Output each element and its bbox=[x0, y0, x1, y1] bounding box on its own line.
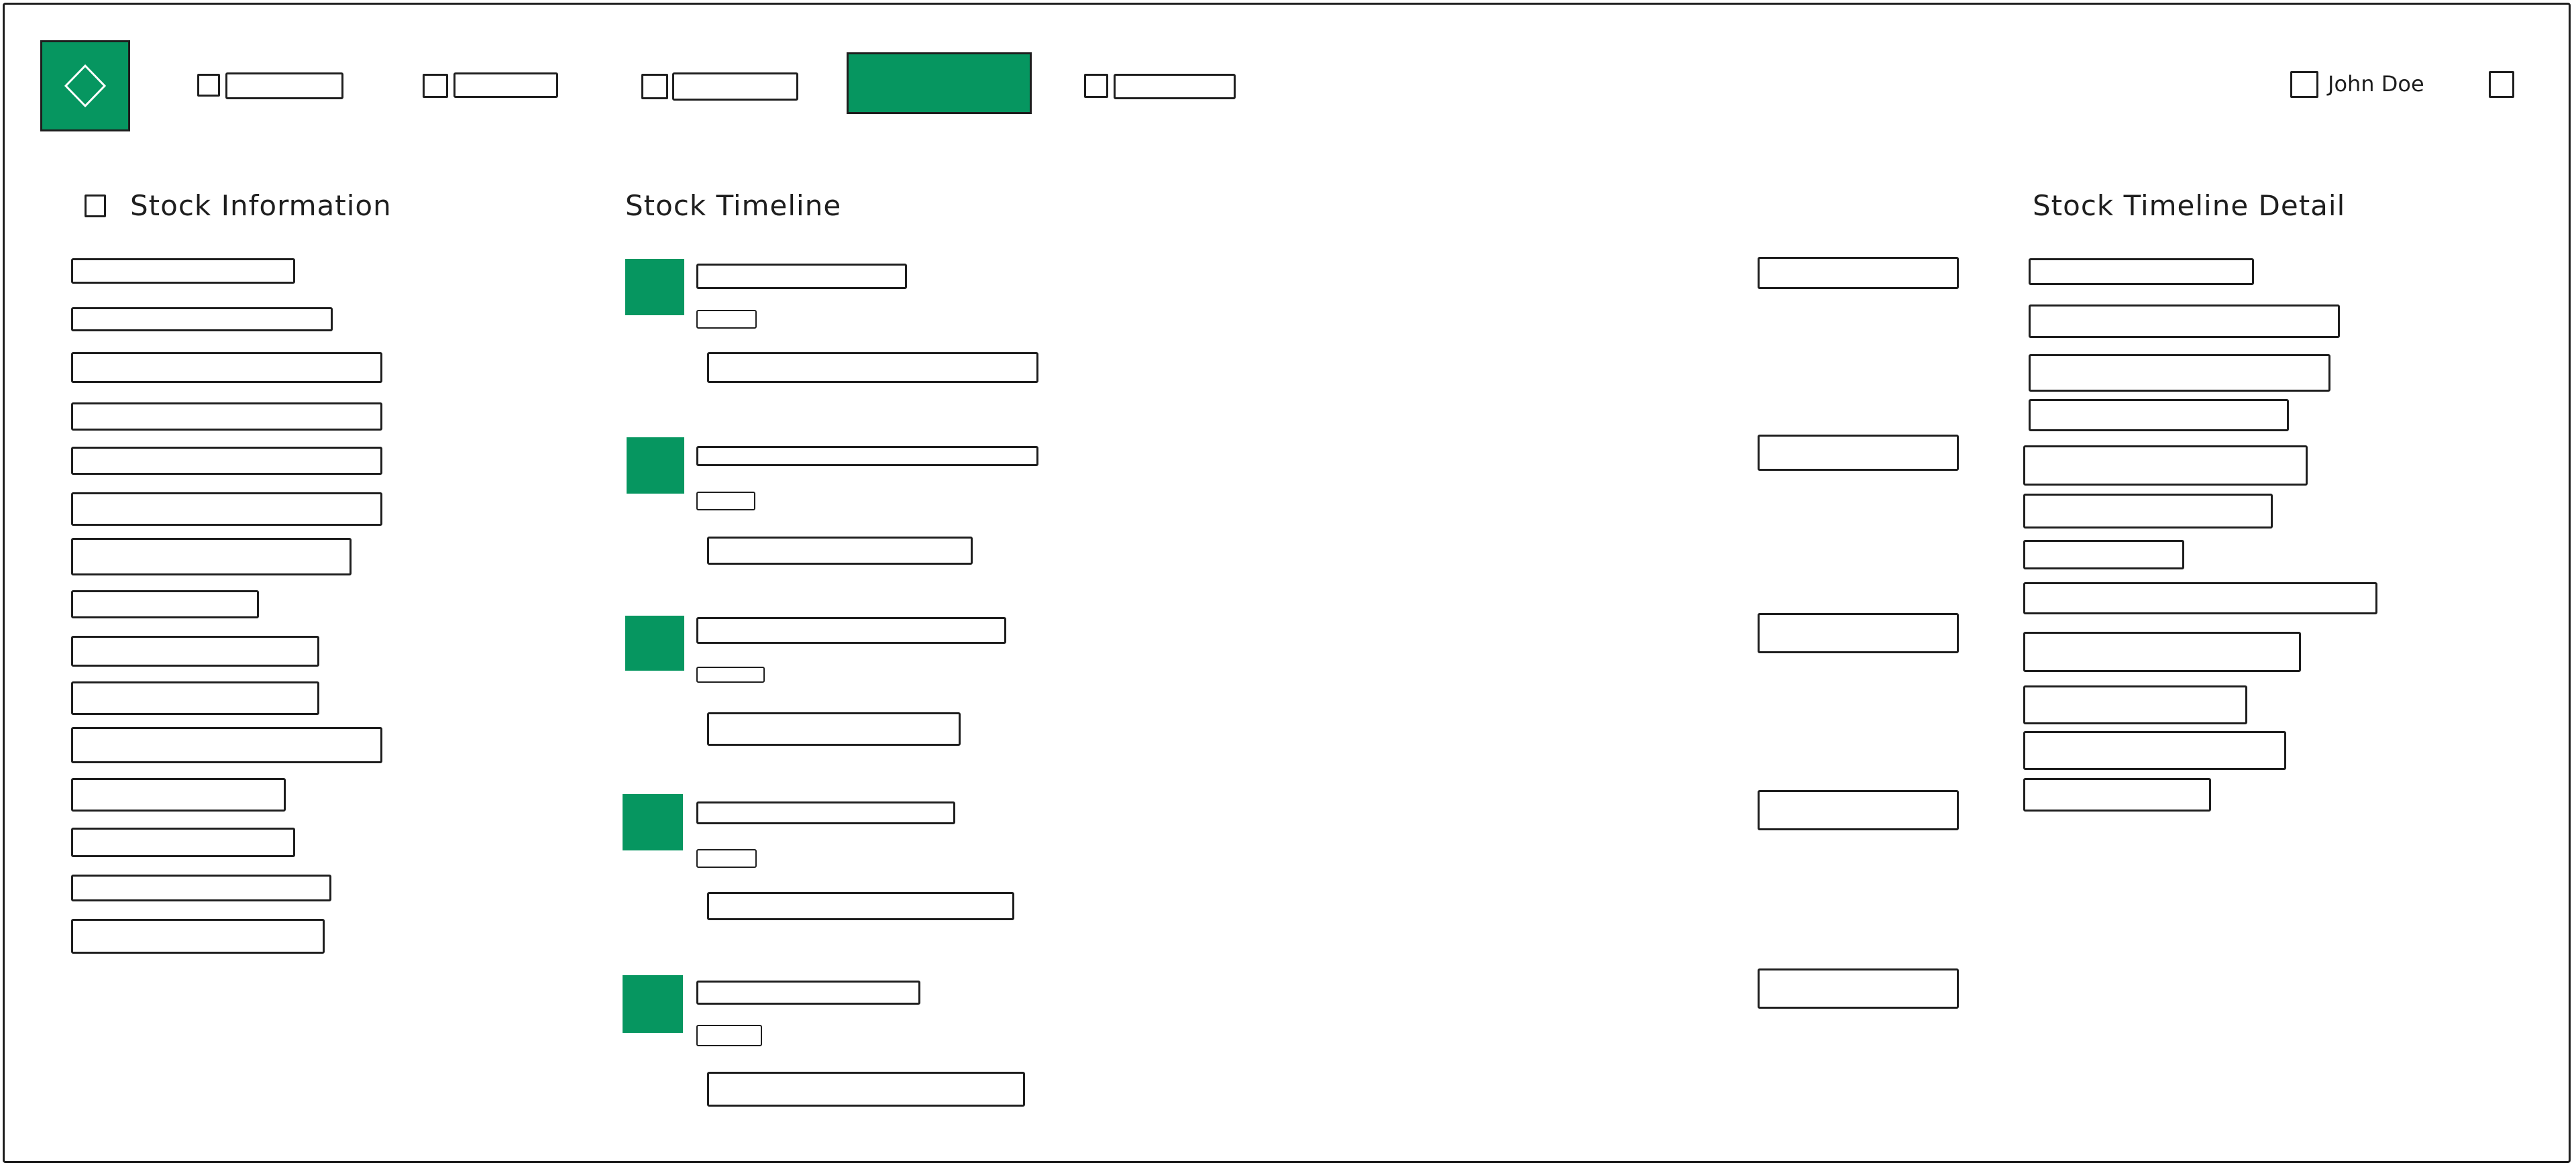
info-field bbox=[71, 727, 382, 763]
info-field bbox=[71, 681, 319, 715]
timeline-entry-side-value bbox=[1758, 613, 1959, 653]
timeline-entry-detail bbox=[707, 537, 973, 565]
detail-field bbox=[2023, 731, 2286, 770]
detail-field bbox=[2023, 685, 2247, 724]
detail-field bbox=[2023, 582, 2377, 614]
info-field bbox=[71, 919, 325, 954]
timeline-entry-title bbox=[696, 264, 907, 289]
square-icon bbox=[1084, 74, 1108, 98]
avatar bbox=[2290, 71, 2318, 98]
logo[interactable] bbox=[40, 40, 130, 131]
stock-timeline-title: Stock Timeline bbox=[625, 189, 842, 222]
timeline-entry-tag bbox=[696, 849, 757, 868]
detail-field bbox=[2023, 494, 2273, 529]
timeline-marker bbox=[623, 794, 683, 850]
nav-item-label bbox=[225, 72, 343, 99]
square-icon bbox=[641, 74, 668, 99]
user-name: John Doe bbox=[2328, 71, 2424, 97]
section-icon bbox=[85, 194, 106, 217]
detail-field bbox=[2023, 540, 2184, 569]
detail-field bbox=[2029, 258, 2254, 285]
info-field bbox=[71, 636, 319, 667]
info-field bbox=[71, 778, 286, 812]
timeline-marker bbox=[625, 616, 684, 671]
timeline-entry-side-value bbox=[1758, 435, 1959, 471]
info-field bbox=[71, 828, 295, 857]
detail-field bbox=[2029, 304, 2340, 338]
square-icon bbox=[423, 74, 448, 98]
square-icon bbox=[197, 74, 220, 97]
info-field bbox=[71, 258, 295, 284]
timeline-entry-tag bbox=[696, 492, 755, 510]
detail-field bbox=[2029, 354, 2330, 392]
timeline-entry-tag bbox=[696, 667, 765, 683]
timeline-entry-side-value bbox=[1758, 790, 1959, 830]
timeline-entry-title bbox=[696, 446, 1038, 466]
info-field bbox=[71, 402, 382, 431]
info-field bbox=[71, 352, 382, 383]
info-field bbox=[71, 307, 333, 331]
nav-item-label bbox=[453, 72, 558, 98]
diamond-icon bbox=[64, 64, 107, 108]
info-field bbox=[71, 538, 352, 575]
detail-field bbox=[2023, 778, 2211, 812]
timeline-entry-detail bbox=[707, 892, 1014, 920]
nav-item-label bbox=[672, 72, 798, 101]
timeline-entry-title bbox=[696, 617, 1006, 644]
detail-field bbox=[2023, 445, 2308, 486]
timeline-entry-detail bbox=[707, 712, 961, 746]
menu-icon[interactable] bbox=[2489, 71, 2514, 98]
timeline-entry-side-value bbox=[1758, 968, 1959, 1009]
timeline-marker bbox=[625, 259, 684, 315]
timeline-marker bbox=[623, 975, 683, 1033]
stock-timeline-detail-title: Stock Timeline Detail bbox=[2033, 189, 2346, 222]
timeline-entry-title bbox=[696, 981, 920, 1005]
info-field bbox=[71, 875, 331, 901]
detail-field bbox=[2029, 399, 2289, 431]
timeline-entry-detail bbox=[707, 1072, 1025, 1107]
timeline-marker bbox=[627, 437, 684, 494]
timeline-entry-detail bbox=[707, 352, 1038, 383]
timeline-entry-title bbox=[696, 801, 955, 824]
timeline-entry-side-value bbox=[1758, 257, 1959, 289]
nav-item-active[interactable] bbox=[847, 52, 1032, 114]
stock-information-title: Stock Information bbox=[130, 189, 392, 222]
detail-field bbox=[2023, 632, 2301, 672]
nav-item-label bbox=[1114, 74, 1236, 99]
timeline-entry-tag bbox=[696, 310, 757, 329]
timeline-entry-tag bbox=[696, 1025, 762, 1046]
info-field bbox=[71, 590, 259, 618]
info-field bbox=[71, 492, 382, 526]
info-field bbox=[71, 447, 382, 475]
